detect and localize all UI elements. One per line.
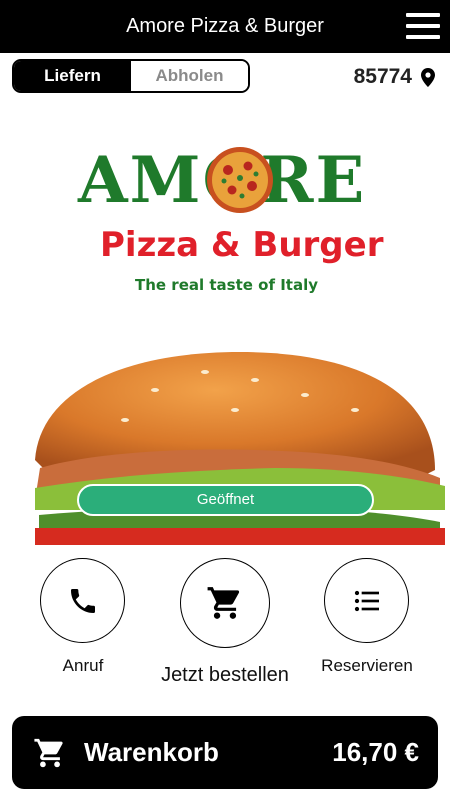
pizza-icon: [207, 147, 273, 213]
reserve-button[interactable]: Reservieren: [318, 558, 416, 683]
order-now-label: Jetzt bestellen: [161, 664, 289, 686]
call-label: Anruf: [62, 656, 104, 675]
reserve-label: Reservieren: [321, 656, 413, 675]
phone-icon: [70, 588, 95, 613]
cart-label: Warenkorb: [84, 737, 219, 767]
shopping-cart-icon: [34, 738, 63, 768]
logo-tagline: The real taste of Italy: [135, 276, 318, 294]
status-badge[interactable]: Geöffnet: [77, 484, 374, 516]
cart-total: 16,70 €: [332, 737, 419, 767]
top-bar: Amore Pizza & Burger: [0, 0, 450, 53]
app-title: Amore Pizza & Burger: [126, 15, 324, 37]
zip-code: 85774: [353, 65, 412, 88]
shopping-cart-icon: [207, 587, 240, 619]
logo-subtitle: Pizza & Burger: [100, 225, 384, 265]
call-button[interactable]: Anruf: [36, 558, 130, 683]
location-selector[interactable]: 85774: [354, 62, 435, 92]
restaurant-logo: AMORE Pizza & Burger The real taste of I…: [70, 140, 390, 300]
hamburger-menu-icon[interactable]: [406, 13, 440, 39]
order-now-button[interactable]: Jetzt bestellen: [155, 558, 295, 690]
reserve-button-circle[interactable]: [324, 558, 409, 643]
cart-button[interactable]: Warenkorb 16,70 €: [12, 716, 438, 789]
location-pin-icon: [421, 67, 435, 87]
order-now-circle[interactable]: [180, 558, 270, 648]
call-button-circle[interactable]: [40, 558, 125, 643]
order-mode-toggle: Liefern Abholen: [12, 59, 250, 93]
list-icon: [354, 590, 379, 611]
delivery-option[interactable]: Liefern: [14, 61, 131, 91]
pickup-option[interactable]: Abholen: [131, 61, 248, 91]
